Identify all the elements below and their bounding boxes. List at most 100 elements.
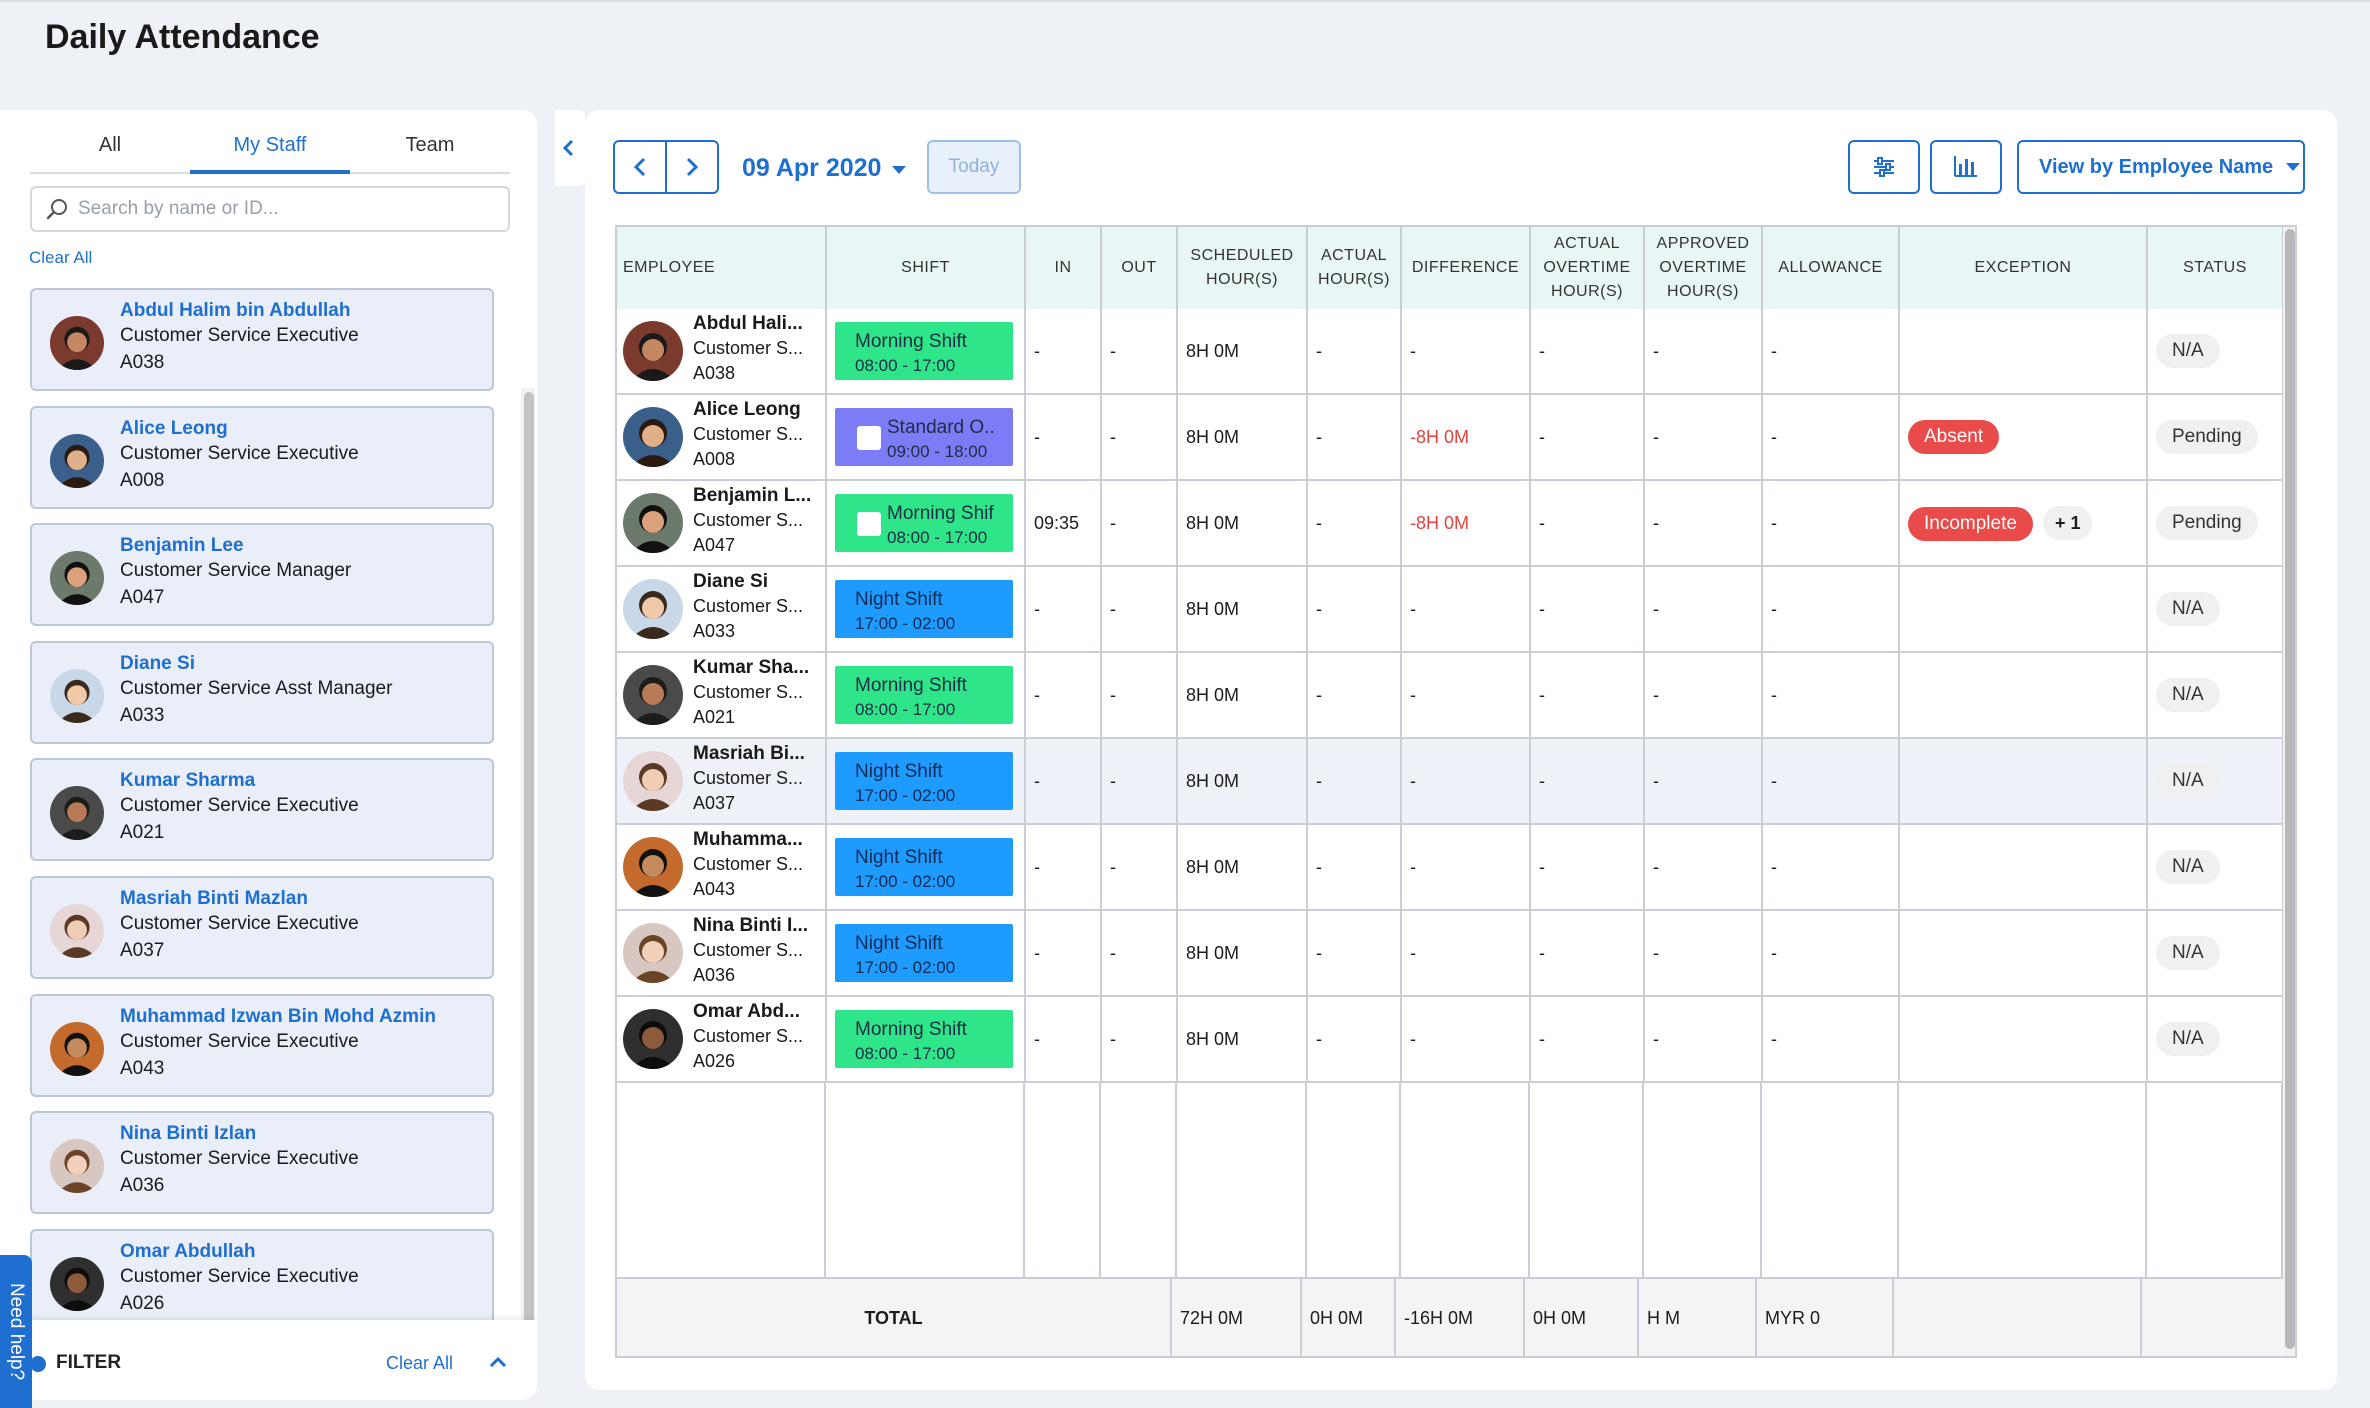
in-cell[interactable]: 09:35: [1025, 480, 1102, 567]
employee-cell[interactable]: Kumar Sha... Customer S... A021: [623, 653, 824, 736]
shift-block[interactable]: Night Shift 17:00 - 02:00: [835, 752, 1013, 810]
avatar: [50, 668, 104, 723]
tab-my-staff[interactable]: My Staff: [190, 110, 350, 174]
table-row[interactable]: Kumar Sha... Customer S... A021 Morning Shi…: [617, 652, 2284, 739]
employee-cell[interactable]: Omar Abd... Customer S... A026: [623, 997, 824, 1080]
out-cell[interactable]: -: [1101, 824, 1178, 911]
staff-card[interactable]: Alice Leong Customer Service Executive A00…: [30, 405, 494, 509]
today-button[interactable]: Today: [927, 140, 1021, 194]
shift-checkbox[interactable]: [857, 512, 881, 536]
previous-day-button[interactable]: [613, 140, 667, 194]
need-help-button[interactable]: Need help?: [0, 1255, 32, 1408]
out-cell[interactable]: -: [1101, 652, 1178, 739]
scheduled-cell: 8H 0M: [1177, 309, 1308, 395]
exception-badge[interactable]: Absent: [1908, 420, 2000, 454]
caret-down-icon[interactable]: [891, 165, 907, 175]
filter-label[interactable]: FILTER: [56, 1352, 121, 1374]
shift-block[interactable]: Morning Shift 08:00 - 17:00: [835, 322, 1013, 380]
next-day-button[interactable]: [665, 140, 719, 194]
clear-all-link[interactable]: Clear All: [29, 248, 92, 268]
staff-card[interactable]: Diane Si Customer Service Asst Manager A03…: [30, 640, 494, 744]
employee-name: Benjamin L...: [693, 485, 812, 506]
staff-id: A043: [120, 1057, 165, 1079]
difference-cell: -: [1401, 910, 1531, 997]
table-row[interactable]: Abdul Hali... Customer S... A038 Morning Sh…: [617, 309, 2284, 395]
total-actual-overtime: 0H 0M: [1525, 1279, 1639, 1356]
collapse-panel-button[interactable]: [555, 110, 585, 186]
out-cell[interactable]: -: [1101, 996, 1178, 1083]
in-cell[interactable]: -: [1025, 309, 1102, 395]
scheduled-cell: 8H 0M: [1177, 480, 1308, 567]
staff-card[interactable]: Omar Abdullah Customer Service Executive A…: [30, 1228, 494, 1332]
view-by-dropdown[interactable]: View by Employee Name: [2017, 140, 2305, 194]
employee-cell[interactable]: Muhamma... Customer S... A043: [623, 825, 824, 908]
employee-name: Masriah Bi...: [693, 743, 805, 764]
employee-cell[interactable]: Alice Leong Customer S... A008: [623, 395, 824, 478]
out-cell[interactable]: -: [1101, 480, 1178, 567]
filter-clear-all-link[interactable]: Clear All: [386, 1353, 453, 1374]
staff-list-scrollbar[interactable]: [524, 392, 534, 1400]
total-difference: -16H 0M: [1396, 1279, 1525, 1356]
employee-cell[interactable]: Benjamin L... Customer S... A047: [623, 481, 824, 564]
shift-block[interactable]: Night Shift 17:00 - 02:00: [835, 580, 1013, 638]
staff-role: Customer Service Executive: [120, 1265, 359, 1287]
shift-block[interactable]: Morning Shift 08:00 - 17:00: [835, 666, 1013, 724]
shift-block[interactable]: Night Shift 17:00 - 02:00: [835, 838, 1013, 896]
table-row[interactable]: Benjamin L... Customer S... A047 Morning Sh…: [617, 480, 2284, 567]
shift-block[interactable]: Morning Shift 08:00 - 17:00: [835, 1010, 1013, 1068]
in-cell[interactable]: -: [1025, 996, 1102, 1083]
staff-card[interactable]: Muhammad Izwan Bin Mohd Azmin Customer Se…: [30, 993, 494, 1097]
report-button[interactable]: [1930, 140, 2002, 194]
table-row[interactable]: Omar Abd... Customer S... A026 Morning Shif…: [617, 996, 2284, 1083]
employee-cell[interactable]: Abdul Hali... Customer S... A038: [623, 309, 824, 392]
table-row[interactable]: Nina Binti I... Customer S... A036 Night Sh…: [617, 910, 2284, 997]
staff-id: A026: [120, 1292, 165, 1314]
table-row[interactable]: Alice Leong Customer S... A008 Standard O..…: [617, 394, 2284, 481]
staff-card[interactable]: Benjamin Lee Customer Service Manager A047: [30, 523, 494, 627]
table-row[interactable]: Diane Si Customer S... A033 Night Shift 17:0…: [617, 566, 2284, 653]
out-cell[interactable]: -: [1101, 394, 1178, 481]
attendance-table: EMPLOYEE SHIFT IN OUT SCHEDULED HOUR(S) A…: [615, 225, 2297, 1358]
in-cell[interactable]: -: [1025, 652, 1102, 739]
shift-time: 17:00 - 02:00: [855, 958, 956, 977]
exception-badge[interactable]: Incomplete: [1908, 506, 2033, 541]
search-input[interactable]: [78, 198, 498, 220]
in-cell[interactable]: -: [1025, 910, 1102, 997]
in-cell[interactable]: -: [1025, 824, 1102, 911]
shift-block[interactable]: Night Shift 17:00 - 02:00: [835, 924, 1013, 982]
out-cell[interactable]: -: [1101, 738, 1178, 825]
chevron-right-icon: [686, 157, 699, 177]
out-cell[interactable]: -: [1101, 910, 1178, 997]
more-exceptions-badge[interactable]: + 1: [2042, 505, 2093, 540]
tab-team[interactable]: Team: [350, 110, 510, 172]
column-divider: [1305, 1083, 1307, 1277]
column-divider: [1897, 1083, 1899, 1277]
staff-card[interactable]: Nina Binti Izlan Customer Service Executi…: [30, 1111, 494, 1215]
tab-all[interactable]: All: [30, 110, 190, 172]
status-badge: N/A: [2156, 334, 2220, 368]
table-row[interactable]: Masriah Bi... Customer S... A037 Night Shif…: [617, 738, 2284, 825]
employee-cell[interactable]: Masriah Bi... Customer S... A037: [623, 739, 824, 822]
shift-checkbox[interactable]: [857, 426, 881, 450]
column-settings-button[interactable]: [1848, 140, 1920, 194]
staff-card[interactable]: Masriah Binti Mazlan Customer Service Exe…: [30, 876, 494, 979]
staff-card[interactable]: Kumar Sharma Customer Service Executive A0…: [30, 758, 494, 862]
in-cell[interactable]: -: [1025, 394, 1102, 481]
status-badge: Pending: [2156, 420, 2258, 454]
employee-cell[interactable]: Nina Binti I... Customer S... A036: [623, 911, 824, 994]
shift-block[interactable]: Standard O.. 09:00 - 18:00: [835, 408, 1013, 466]
employee-id: A047: [693, 535, 736, 555]
date-picker[interactable]: 09 Apr 2020: [742, 154, 881, 183]
shift-block[interactable]: Morning Shif 08:00 - 17:00: [835, 494, 1013, 552]
total-exception: [1894, 1279, 2142, 1356]
chevron-up-icon[interactable]: [486, 1350, 510, 1374]
in-cell[interactable]: -: [1025, 566, 1102, 653]
out-cell[interactable]: -: [1101, 309, 1178, 395]
in-cell[interactable]: -: [1025, 738, 1102, 825]
staff-card[interactable]: Abdul Halim bin Abdullah Customer Service…: [30, 288, 494, 391]
table-scrollbar[interactable]: [2285, 229, 2295, 1349]
difference-cell: -: [1401, 824, 1531, 911]
table-row[interactable]: Muhamma... Customer S... A043 Night Shift 17…: [617, 824, 2284, 911]
out-cell[interactable]: -: [1101, 566, 1178, 653]
employee-cell[interactable]: Diane Si Customer S... A033: [623, 567, 824, 650]
